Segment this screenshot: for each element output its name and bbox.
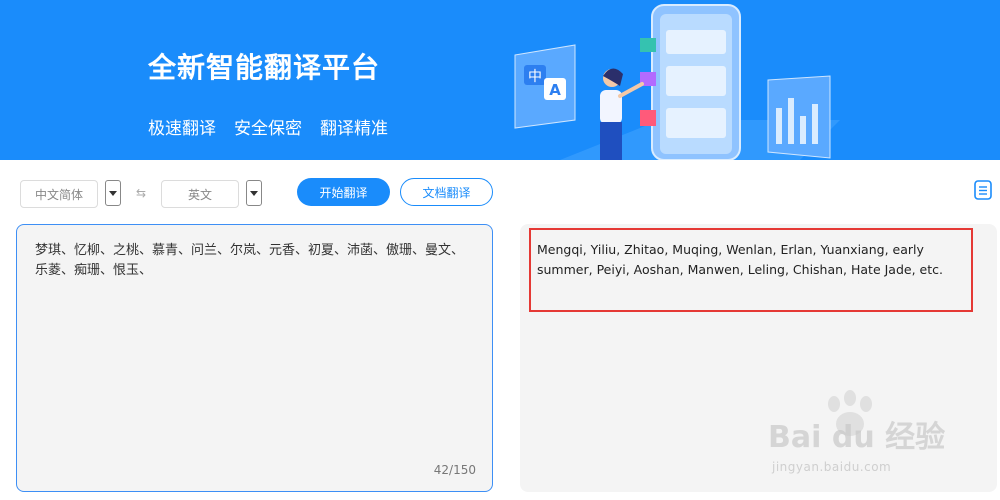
feature-security: 安全保密 [234, 119, 302, 139]
translate-card-icon: 中 A [514, 44, 576, 129]
source-language-select[interactable]: 中文简体 [20, 180, 98, 208]
translation-illustration: 中 A [514, 4, 840, 160]
character-counter: 42/150 [433, 463, 476, 477]
hero-banner: 全新智能翻译平台 极速翻译 安全保密 翻译精准 中 A [0, 0, 1000, 160]
phone-icon [640, 4, 741, 160]
translate-toolbar: 中文简体 ⇆ 英文 开始翻译 文档翻译 [0, 178, 1000, 210]
target-language-dropdown-icon[interactable] [246, 180, 262, 206]
document-list-icon[interactable] [974, 180, 992, 200]
baidu-watermark: Bai du 经验 jingyan.baidu.com [760, 390, 980, 480]
document-translate-button[interactable]: 文档翻译 [400, 178, 493, 206]
source-language-dropdown-icon[interactable] [105, 180, 121, 206]
target-language-select[interactable]: 英文 [161, 180, 239, 208]
highlight-box [529, 228, 973, 312]
source-text-area[interactable]: 梦琪、忆柳、之桃、慕青、问兰、尔岚、元香、初夏、沛菡、傲珊、曼文、乐菱、痴珊、恨… [16, 224, 493, 492]
glyph-en: A [549, 81, 561, 99]
bar-chart-icon [767, 75, 831, 159]
feature-list: 极速翻译 安全保密 翻译精准 [148, 114, 388, 139]
watermark-text: Bai du 经验 [768, 420, 946, 455]
source-text[interactable]: 梦琪、忆柳、之桃、慕青、问兰、尔岚、元香、初夏、沛菡、傲珊、曼文、乐菱、痴珊、恨… [35, 241, 475, 281]
banner-title: 全新智能翻译平台 [148, 51, 381, 84]
swap-languages-icon[interactable]: ⇆ [136, 186, 146, 200]
glyph-zh: 中 [528, 69, 542, 85]
start-translate-button[interactable]: 开始翻译 [297, 178, 390, 206]
feature-speed: 极速翻译 [148, 119, 216, 139]
watermark-url: jingyan.baidu.com [772, 460, 892, 474]
feature-accuracy: 翻译精准 [320, 119, 388, 139]
